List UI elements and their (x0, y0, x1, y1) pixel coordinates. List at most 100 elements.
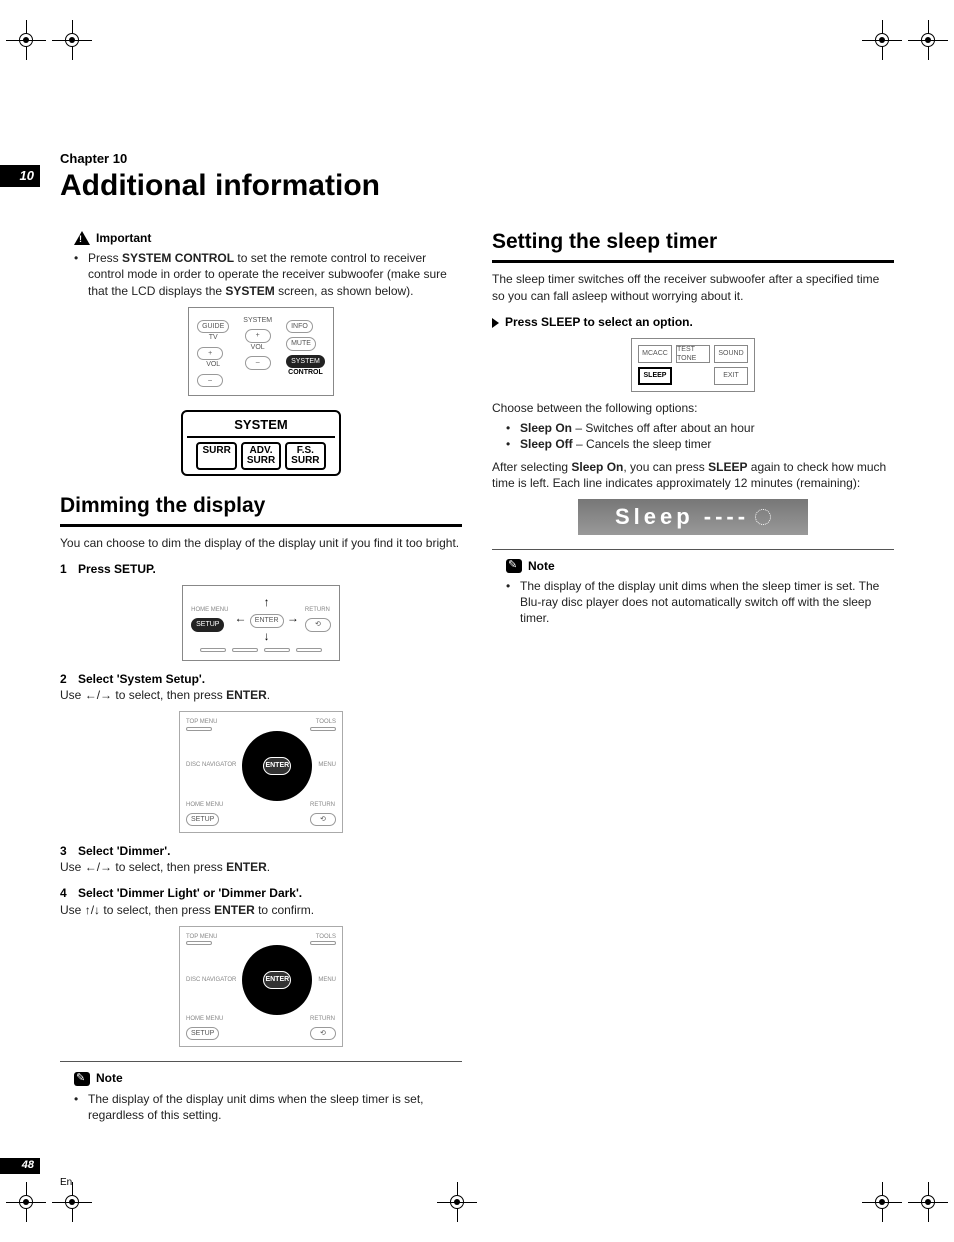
label: DISC NAVIGATOR (186, 761, 236, 769)
triangle-icon (492, 318, 499, 328)
label: HOME MENU (186, 801, 223, 809)
note-icon (74, 1072, 90, 1086)
text: Use (60, 903, 85, 917)
arrows-icon: ↑/↓ (85, 903, 100, 917)
option-bullet: •Sleep Off – Cancels the sleep timer (506, 436, 894, 452)
text: to select, then press (112, 688, 226, 702)
option-bullet: •Sleep On – Switches off after about an … (506, 420, 894, 436)
remote-btn: GUIDE (197, 320, 229, 333)
sun-icon (755, 509, 771, 525)
note-text: The display of the display unit dims whe… (520, 578, 894, 627)
bold: ENTER (226, 860, 267, 874)
right-column: Setting the sleep timer The sleep timer … (492, 228, 894, 1123)
after-text: After selecting Sleep On, you can press … (492, 459, 894, 491)
nav-figure-1: TOP MENUTOOLS DISC NAVIGATOR ENTER MENU … (60, 711, 462, 833)
important-label: Important (96, 230, 151, 246)
important-bullet: • Press SYSTEM CONTROL to set the remote… (74, 250, 462, 299)
label: VOL (243, 343, 272, 352)
note-label: Note (96, 1070, 123, 1086)
text: Use (60, 860, 85, 874)
remote-btn: SETUP (186, 813, 219, 826)
step-heading: Press SETUP. (78, 562, 156, 576)
choose-text: Choose between the following options: (492, 400, 894, 416)
bold: SYSTEM (225, 284, 274, 298)
remote-btn-highlighted: SETUP (191, 618, 224, 631)
remote-btn: SETUP (186, 1027, 219, 1040)
chapter-number-tab: 10 (0, 165, 40, 187)
text: . (267, 860, 270, 874)
remote-figure-setup: HOME MENU SETUP ↑ ← ENTER → ↓ RETURN ⟲ (60, 585, 462, 661)
step-number: 4 (60, 885, 78, 901)
left-column: Important • Press SYSTEM CONTROL to set … (60, 228, 462, 1123)
note-text: The display of the display unit dims whe… (88, 1091, 462, 1123)
label: MENU (318, 976, 336, 984)
label: TV (197, 333, 229, 342)
label: RETURN (310, 801, 336, 809)
remote-btn: – (245, 356, 271, 369)
lcd-cell: ADV. SURR (241, 442, 281, 470)
step-number: 2 (60, 671, 78, 687)
enter-disc-icon: ENTER (242, 945, 312, 1015)
remote-btn: INFO (286, 320, 313, 333)
sleep-button-grid: MCACC TEST TONE SOUND SLEEP EXIT (492, 338, 894, 392)
page-content: 10 Chapter 10 Additional information Imp… (60, 150, 894, 1123)
grid-cell: MCACC (638, 345, 672, 363)
remote-figure-1: GUIDE TV + VOL – SYSTEM + VOL – (60, 307, 462, 396)
step-heading: Select 'System Setup'. (78, 672, 205, 686)
text: – Switches off after about an hour (572, 421, 755, 435)
chapter-title: Additional information (60, 166, 894, 207)
enter-label: ENTER (263, 757, 291, 775)
label: HOME MENU (186, 1015, 223, 1023)
label: SYSTEM (243, 316, 272, 325)
lcd-figure: SYSTEM SURR ADV. SURR F.S. SURR (60, 404, 462, 476)
grid-cell: TEST TONE (676, 345, 710, 363)
nav-figure-2: TOP MENUTOOLS DISC NAVIGATOR ENTER MENU … (60, 926, 462, 1048)
lcd-cell: SURR (196, 442, 236, 470)
page-number-tab: 48 (0, 1158, 40, 1174)
label: DISC NAVIGATOR (186, 976, 236, 984)
enter-disc-icon: ENTER (242, 731, 312, 801)
label: CONTROL (286, 368, 325, 377)
remote-btn: MUTE (286, 337, 316, 350)
bold: SYSTEM CONTROL (122, 251, 234, 265)
enter-label: ENTER (263, 971, 291, 989)
language-label: En (60, 1176, 72, 1190)
remote-btn: ENTER (250, 614, 284, 627)
bold: Sleep On (520, 421, 572, 435)
step-heading: Select 'Dimmer Light' or 'Dimmer Dark'. (78, 886, 302, 900)
text: . (267, 688, 270, 702)
grid-cell-highlighted: SLEEP (638, 367, 672, 385)
section-intro: You can choose to dim the display of the… (60, 535, 462, 551)
sleep-display: Sleep ---- (578, 499, 808, 535)
lcd-cell: F.S. SURR (285, 442, 325, 470)
remote-btn-highlighted: SYSTEM (286, 355, 325, 368)
label: MENU (318, 761, 336, 769)
arrows-icon: ←/→ (85, 688, 112, 702)
step-heading: Select 'Dimmer'. (78, 844, 170, 858)
text: Use (60, 688, 85, 702)
label: TOP MENU (186, 718, 217, 726)
label: TOOLS (316, 933, 336, 941)
arrows-icon: ←/→ (85, 860, 112, 874)
section-heading: Dimming the display (60, 492, 462, 520)
sleep-display-text: Sleep ---- (615, 502, 749, 532)
warning-icon (74, 231, 90, 245)
note-label: Note (528, 558, 555, 574)
grid-cell: EXIT (714, 367, 748, 385)
step-number: 3 (60, 843, 78, 859)
step-number: 1 (60, 561, 78, 577)
section-heading: Setting the sleep timer (492, 228, 894, 256)
bold: ENTER (214, 903, 255, 917)
section-intro: The sleep timer switches off the receive… (492, 271, 894, 303)
note-bullet: • The display of the display unit dims w… (74, 1091, 462, 1123)
text: to select, then press (112, 860, 226, 874)
text: to select, then press (100, 903, 214, 917)
label: RETURN (310, 1015, 336, 1023)
label: RETURN (305, 606, 331, 614)
grid-cell: SOUND (714, 345, 748, 363)
text: to confirm. (255, 903, 314, 917)
step-heading: Press SLEEP to select an option. (505, 315, 693, 329)
text: – Cancels the sleep timer (573, 437, 712, 451)
label: HOME MENU (191, 606, 228, 614)
lcd-title: SYSTEM (187, 416, 335, 438)
